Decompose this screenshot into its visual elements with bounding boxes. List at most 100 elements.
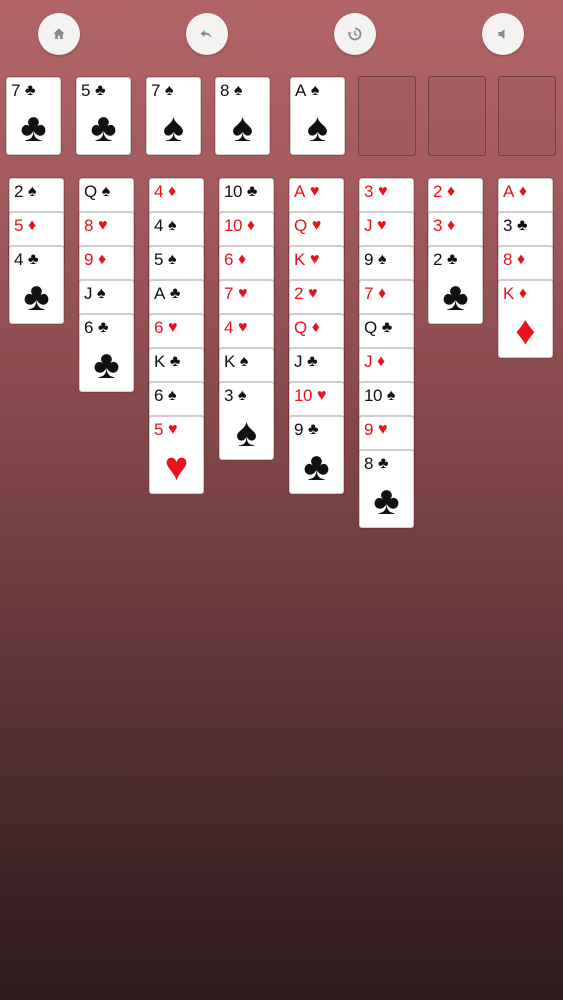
playing-card[interactable]: 8 ♠ ♠ [215, 77, 270, 155]
playing-card[interactable]: 5 ♣ ♣ [76, 77, 131, 155]
card-suit: ♥ [237, 319, 248, 336]
card-corner: J ♣ [294, 351, 318, 373]
card-corner: 7 ♣ [11, 80, 35, 102]
restart-button[interactable] [334, 13, 376, 55]
card-rank: 10 [294, 386, 312, 405]
playing-card[interactable]: A ♠ ♠ [290, 77, 345, 155]
playing-card[interactable]: 7 ♠ ♠ [146, 77, 201, 155]
card-rank: 7 [11, 81, 20, 100]
card-corner: A ♦ [503, 181, 527, 203]
card-suit: ♦ [167, 183, 177, 200]
card-corner: J ♥ [364, 215, 387, 237]
card-rank: A [503, 182, 514, 201]
card-suit: ♦ [446, 183, 456, 200]
card-suit: ♥ [167, 421, 178, 438]
card-rank: 2 [294, 284, 303, 303]
card-center-pip: ♣ [303, 445, 330, 489]
playing-card[interactable]: 5 ♥ ♥ [149, 416, 204, 494]
card-rank: 5 [154, 250, 163, 269]
card-suit: ♠ [310, 82, 320, 99]
playing-card[interactable]: 9 ♣ ♣ [289, 416, 344, 494]
card-suit: ♦ [237, 251, 247, 268]
card-center-pip: ♠ [231, 106, 254, 150]
card-suit: ♠ [377, 251, 387, 268]
card-suit: ♦ [27, 217, 37, 234]
card-suit: ♥ [316, 387, 327, 404]
card-rank: 9 [364, 250, 373, 269]
card-suit: ♦ [446, 217, 456, 234]
card-rank: K [294, 250, 305, 269]
card-corner: 6 ♣ [84, 317, 108, 339]
card-rank: Q [294, 216, 307, 235]
card-suit: ♣ [516, 217, 528, 234]
card-suit: ♦ [97, 251, 107, 268]
card-suit: ♣ [169, 285, 181, 302]
card-rank: K [224, 352, 235, 371]
card-suit: ♣ [94, 82, 106, 99]
playing-card[interactable]: 7 ♣ ♣ [6, 77, 61, 155]
card-corner: Q ♥ [294, 215, 321, 237]
card-rank: A [154, 284, 165, 303]
playing-card[interactable]: 3 ♠ ♠ [219, 382, 274, 460]
card-corner: 9 ♥ [364, 419, 387, 441]
card-suit: ♣ [307, 353, 318, 370]
card-corner: J ♠ [84, 283, 106, 305]
card-corner: 6 ♠ [154, 385, 176, 407]
card-rank: Q [84, 182, 97, 201]
card-corner: 7 ♦ [364, 283, 386, 305]
card-rank: 4 [154, 182, 163, 201]
card-rank: 7 [224, 284, 233, 303]
undo-button[interactable] [186, 13, 228, 55]
card-corner: 7 ♠ [151, 80, 173, 102]
card-corner: 9 ♠ [364, 249, 386, 271]
card-corner: 10 ♠ [364, 385, 395, 407]
restart-icon [347, 26, 363, 42]
card-rank: 3 [503, 216, 512, 235]
card-rank: 10 [224, 182, 242, 201]
card-corner: 2 ♠ [14, 181, 36, 203]
speaker-icon [496, 27, 510, 41]
card-corner: 2 ♦ [433, 181, 455, 203]
card-corner: 10 ♥ [294, 385, 326, 407]
foundation-slot[interactable] [428, 76, 486, 156]
foundation-slot[interactable] [358, 76, 416, 156]
card-suit: ♦ [377, 353, 386, 370]
card-rank: K [154, 352, 165, 371]
sound-button[interactable] [482, 13, 524, 55]
playing-card[interactable]: 4 ♣ ♣ [9, 246, 64, 324]
card-suit: ♠ [101, 183, 111, 200]
card-center-pip: ♣ [90, 106, 117, 150]
card-suit: ♣ [377, 455, 389, 472]
playing-card[interactable]: K ♦ ♦ [498, 280, 553, 358]
card-center-pip: ♣ [442, 275, 469, 319]
card-suit: ♠ [237, 387, 247, 404]
playing-card[interactable]: 8 ♣ ♣ [359, 450, 414, 528]
card-corner: 5 ♣ [81, 80, 105, 102]
card-center-pip: ♣ [373, 479, 400, 523]
card-rank: A [295, 81, 306, 100]
card-rank: 3 [433, 216, 442, 235]
card-suit: ♥ [377, 421, 388, 438]
card-rank: 6 [224, 250, 233, 269]
playing-card[interactable]: 6 ♣ ♣ [79, 314, 134, 392]
card-corner: 7 ♥ [224, 283, 247, 305]
card-rank: 5 [14, 216, 23, 235]
card-corner: 6 ♦ [224, 249, 246, 271]
card-rank: 3 [224, 386, 233, 405]
card-corner: K ♣ [154, 351, 180, 373]
card-suit: ♣ [446, 251, 458, 268]
card-rank: Q [364, 318, 377, 337]
foundation-slot[interactable] [498, 76, 556, 156]
card-center-pip: ♠ [306, 106, 329, 150]
card-corner: 3 ♥ [364, 181, 387, 203]
card-corner: Q ♠ [84, 181, 110, 203]
card-suit: ♥ [237, 285, 248, 302]
card-rank: 8 [364, 454, 373, 473]
card-corner: 4 ♣ [14, 249, 38, 271]
card-rank: 9 [84, 250, 93, 269]
card-suit: ♠ [97, 285, 106, 302]
card-rank: 8 [84, 216, 93, 235]
home-button[interactable] [38, 13, 80, 55]
playing-card[interactable]: 2 ♣ ♣ [428, 246, 483, 324]
card-rank: 8 [220, 81, 229, 100]
